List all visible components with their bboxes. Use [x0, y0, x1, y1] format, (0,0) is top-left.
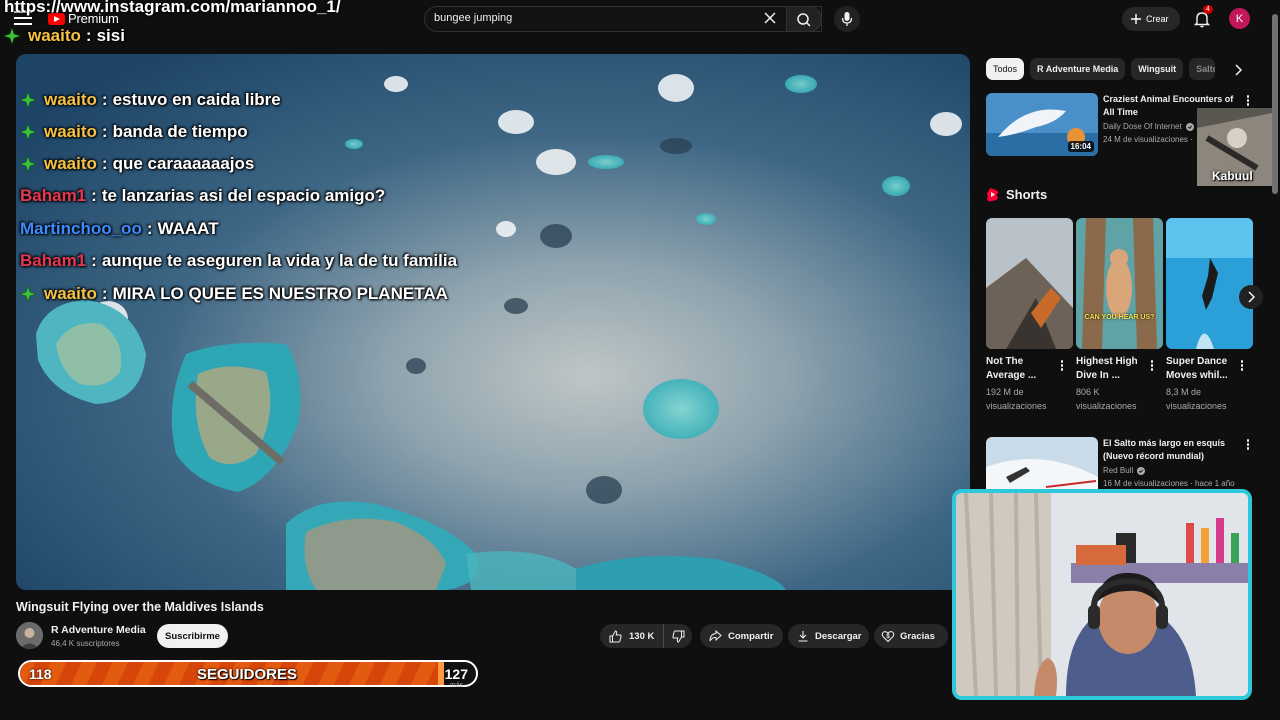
- voice-search-button[interactable]: [834, 6, 860, 32]
- shorts-label: Shorts: [1006, 187, 1048, 202]
- like-dislike-group: 130 K: [600, 624, 692, 648]
- search-icon: [797, 13, 811, 27]
- short-views: 8,3 M de visualizaciones: [1166, 387, 1227, 411]
- subscriber-count: 46,4 K suscriptores: [51, 639, 120, 648]
- dislike-button[interactable]: [664, 624, 692, 648]
- video-duration: 16:04: [1067, 141, 1094, 152]
- plus-icon: [1131, 14, 1141, 24]
- like-button[interactable]: 130 K: [600, 624, 664, 648]
- short-card[interactable]: Super Dance Moves whil... 8,3 M de visua…: [1166, 218, 1253, 411]
- channel-avatar[interactable]: [16, 622, 43, 649]
- more-options-icon[interactable]: [1059, 360, 1065, 374]
- short-title: Super Dance Moves whil...: [1166, 356, 1228, 381]
- share-label: Compartir: [728, 630, 774, 642]
- recommended-channel: Red Bull: [1103, 466, 1146, 475]
- like-count: 130 K: [629, 630, 655, 642]
- short-card[interactable]: CAN YOU HEAR US? Highest High Dive In ..…: [1076, 218, 1163, 411]
- followers-goal-bar: 118 SEGUIDORES 127: [18, 660, 478, 687]
- recommended-meta: 16 M de visualizaciones · hace 1 año: [1103, 479, 1235, 488]
- chip-all[interactable]: Todos: [986, 58, 1025, 80]
- more-options-icon[interactable]: [1245, 95, 1251, 109]
- followers-goal: 127: [444, 666, 468, 682]
- thumbs-down-icon: [671, 630, 684, 643]
- more-options-icon[interactable]: [1239, 360, 1245, 374]
- short-thumbnail: [986, 218, 1073, 349]
- account-avatar[interactable]: K: [1229, 8, 1250, 29]
- recommended-channel-name: Daily Dose Of Internet: [1103, 122, 1182, 131]
- shorts-header: Shorts: [986, 187, 1047, 202]
- chevron-right-icon: [1248, 291, 1256, 303]
- verified-icon: [1185, 122, 1194, 131]
- instagram-url-overlay: https://www.instagram.com/mariannoo_1/: [4, 0, 341, 16]
- thanks-button[interactable]: $ Gracias: [874, 624, 948, 648]
- verified-icon: [1137, 466, 1146, 475]
- page-scrollbar[interactable]: [1272, 14, 1278, 194]
- filter-chips: Todos R Adventure Media Wingsuit Salto: [986, 58, 1216, 80]
- more-options-icon[interactable]: [1149, 360, 1155, 374]
- short-views: 192 M de visualizaciones: [986, 387, 1047, 411]
- chip-r-adventure-media[interactable]: R Adventure Media: [1030, 58, 1126, 80]
- short-views: 806 K visualizaciones: [1076, 387, 1137, 411]
- video-title: Wingsuit Flying over the Maldives Island…: [16, 600, 264, 614]
- short-thumbnail: [1166, 218, 1253, 349]
- streamer-webcam: [952, 489, 1252, 700]
- recommended-meta: 24 M de visualizaciones ·: [1103, 135, 1193, 144]
- short-title: Not The Average ...: [986, 356, 1037, 381]
- download-icon: [798, 631, 808, 642]
- subscribe-button[interactable]: Suscribirme: [157, 624, 228, 648]
- more-options-icon[interactable]: [1245, 439, 1251, 453]
- video-thumbnail[interactable]: 16:04: [986, 93, 1098, 156]
- notification-count-badge: 4: [1203, 5, 1213, 14]
- search-button[interactable]: [786, 6, 822, 32]
- thanks-label: Gracias: [900, 630, 935, 642]
- create-button[interactable]: Crear: [1122, 7, 1180, 31]
- webcam-feed: [956, 493, 1248, 696]
- share-button[interactable]: Compartir: [700, 624, 783, 648]
- download-label: Descargar: [815, 630, 862, 642]
- channel-name[interactable]: R Adventure Media: [51, 624, 146, 636]
- recommended-video[interactable]: El Salto más largo en esquís (Nuevo réco…: [986, 437, 1256, 500]
- short-thumbnail: CAN YOU HEAR US?: [1076, 218, 1163, 349]
- thumbs-up-icon: [609, 629, 622, 642]
- shorts-icon: [987, 188, 999, 202]
- recommended-channel-name: Red Bull: [1103, 466, 1134, 475]
- streamer-name-overlay: Kabuul: [1212, 169, 1253, 183]
- short-caption-overlay: CAN YOU HEAR US?: [1084, 314, 1155, 321]
- shorts-next-button[interactable]: [1239, 285, 1263, 309]
- recommended-title: El Salto más largo en esquís (Nuevo réco…: [1103, 438, 1226, 461]
- microphone-icon: [841, 12, 853, 26]
- search-input[interactable]: [434, 12, 754, 24]
- thanks-heart-dollar-icon: $: [881, 631, 895, 643]
- chip-wingsuit[interactable]: Wingsuit: [1131, 58, 1184, 80]
- short-title: Highest High Dive In ...: [1076, 356, 1138, 381]
- description-more-text[interactable]: más: [450, 682, 463, 689]
- followers-label: SEGUIDORES: [196, 666, 298, 683]
- video-player[interactable]: waaito: sisi waaito: estuvo en caida libre w…: [4, 26, 970, 590]
- video-frame-aerial-islands: [16, 54, 970, 590]
- close-icon[interactable]: [762, 10, 778, 26]
- recommended-channel: Daily Dose Of Internet: [1103, 122, 1194, 131]
- download-button[interactable]: Descargar: [788, 624, 869, 648]
- share-icon: [709, 630, 722, 642]
- chip-salto[interactable]: Salto: [1189, 58, 1216, 80]
- create-label: Crear: [1146, 14, 1169, 24]
- chevron-right-icon[interactable]: [1230, 62, 1246, 78]
- short-card[interactable]: Not The Average ... 192 M de visualizaci…: [986, 218, 1073, 411]
- notifications-button[interactable]: 4: [1191, 5, 1213, 30]
